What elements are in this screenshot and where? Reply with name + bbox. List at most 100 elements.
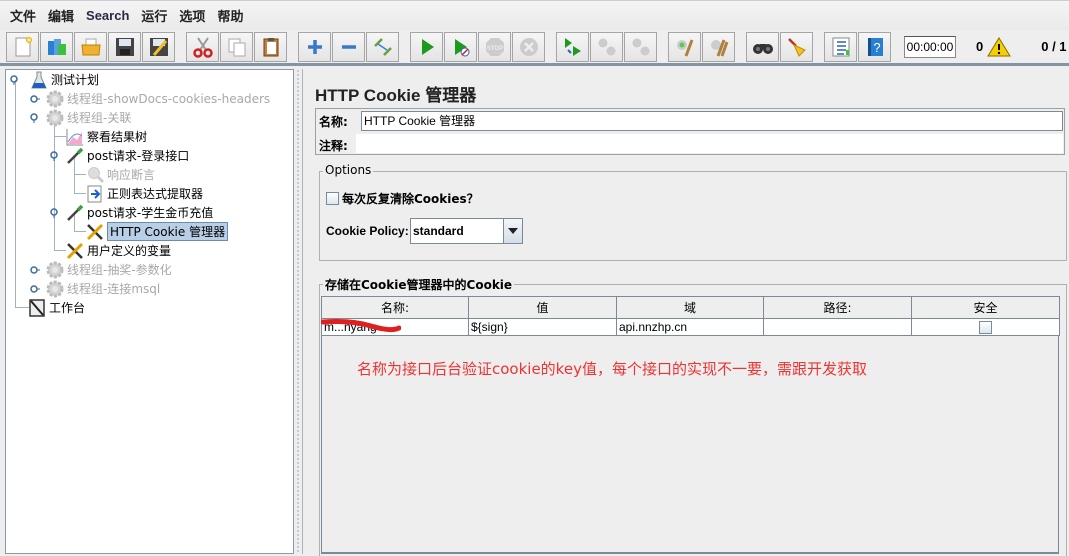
thread-group-icon [46,280,64,298]
save-as-button[interactable] [142,31,175,62]
menu-edit[interactable]: 编辑 [42,6,80,25]
help-button[interactable]: ? [858,31,891,62]
tree-item-thread-group[interactable]: 线程组-关联 [30,108,131,127]
start-button[interactable] [410,31,443,62]
comment-input[interactable] [356,134,1063,153]
clear-each-iteration-option[interactable]: 每次反复清除Cookies？ [326,190,479,207]
tree-item-test-plan[interactable]: 测试计划 [10,70,99,89]
cell-value[interactable]: ${sign} [468,318,617,336]
open-icon [80,38,101,55]
redaction-scribble [321,319,401,333]
tree-item-sampler[interactable]: post请求-登录接口 [50,146,189,165]
options-legend: Options [323,163,374,177]
split-pane-divider[interactable] [293,69,303,554]
tree-item-cookie-manager[interactable]: HTTP Cookie 管理器 [86,222,229,241]
options-group: Options 每次反复清除Cookies？ Cookie Policy: st… [319,163,1067,261]
menu-options[interactable]: 选项 [173,6,211,25]
open-button[interactable] [74,31,107,62]
toolbar: STOP ? 00:00:00 0 0 / 1 [0,30,1069,66]
expand-handle-icon[interactable] [30,112,40,123]
tree-item-thread-group[interactable]: 线程组-抽奖-参数化 [30,260,172,279]
copy-icon [228,38,245,56]
tree-item-user-variables[interactable]: 用户定义的变量 [66,241,171,260]
expand-handle-icon[interactable] [10,74,20,85]
column-header-path[interactable]: 路径: [763,296,912,319]
expand-handle-icon[interactable] [50,207,60,218]
toggle-icon [373,37,392,56]
expand-all-button[interactable] [298,31,331,62]
copy-button[interactable] [220,31,253,62]
cookie-manager-panel: HTTP Cookie 管理器 名称: HTTP Cookie 管理器 注释: … [305,69,1069,556]
start-no-pauses-button[interactable] [444,31,477,62]
expand-handle-icon[interactable] [50,150,60,161]
test-plan-tree[interactable]: 测试计划 线程组-showDocs-cookies-headers 线程组-关联… [5,69,293,554]
tree-item-label: 线程组-抽奖-参数化 [67,263,172,277]
clear-each-iteration-label: 每次反复清除Cookies？ [342,192,479,206]
tree-item-thread-group[interactable]: 线程组-showDocs-cookies-headers [30,89,270,108]
tree-item-results-tree[interactable]: 察看结果树 [66,127,147,146]
menu-run[interactable]: 运行 [135,6,173,25]
save-button[interactable] [108,31,141,62]
stored-cookies-legend: 存储在Cookie管理器中的Cookie [323,276,515,293]
menu-help[interactable]: 帮助 [211,6,249,25]
collapsed-handle-icon[interactable] [30,284,40,294]
tree-item-label: 线程组-showDocs-cookies-headers [67,92,271,106]
cell-path[interactable] [763,318,912,336]
tree-item-thread-group[interactable]: 线程组-连接msql [30,279,160,298]
cut-button[interactable] [186,31,219,62]
tree-item-extractor[interactable]: 正则表达式提取器 [86,184,203,203]
test-plan-icon [30,71,48,89]
tree-item-label: 测试计划 [51,73,100,87]
play-no-timer-icon [454,38,469,56]
paste-button[interactable] [254,31,287,62]
tree-item-assertion[interactable]: 响应断言 [86,165,155,184]
secure-checkbox[interactable] [979,321,992,335]
thread-group-icon [46,90,64,108]
remote-stop-all-button [590,31,623,62]
toggle-button[interactable] [366,31,399,62]
tree-item-sampler[interactable]: post请求-学生金币充值 [50,203,213,222]
sampler-icon [66,147,84,165]
menu-file[interactable]: 文件 [4,6,42,25]
collapsed-handle-icon[interactable] [30,265,40,275]
function-helper-button[interactable] [824,31,857,62]
table-row[interactable]: m...nyang ${sign} api.nnzhp.cn [321,318,1060,336]
tree-item-label: 察看结果树 [87,130,148,144]
panel-title: HTTP Cookie 管理器 [315,86,477,105]
remote-shutdown-all-button [624,31,657,62]
reset-search-button[interactable] [780,31,813,62]
stop-icon: STOP [485,37,504,56]
clear-button[interactable] [668,31,701,62]
templates-icon [47,38,66,55]
warning-icon[interactable] [987,36,1012,57]
dropdown-arrow-icon[interactable] [503,219,522,243]
column-header-secure[interactable]: 安全 [911,296,1060,319]
clear-each-iteration-checkbox[interactable] [326,192,339,205]
sampler-icon [66,204,84,222]
collapse-all-button[interactable] [332,31,365,62]
menu-search[interactable]: Search [80,8,135,23]
cookie-policy-select[interactable]: standard [410,218,523,244]
cookies-table[interactable]: 名称: 值 域 路径: 安全 m...nyang ${sign} api.nnz… [321,296,1060,336]
name-input[interactable]: HTTP Cookie 管理器 [361,111,1063,131]
search-button[interactable] [746,31,779,62]
tree-item-label: post请求-登录接口 [87,149,190,163]
paste-icon [263,37,278,56]
name-comment-box: 名称: HTTP Cookie 管理器 注释: [315,108,1065,155]
cell-domain[interactable]: api.nnzhp.cn [616,318,764,336]
collapsed-handle-icon[interactable] [30,94,40,104]
clear-all-button[interactable] [702,31,735,62]
tree-item-label: 用户定义的变量 [87,244,172,258]
assertion-icon [86,166,104,184]
column-header-domain[interactable]: 域 [616,296,764,319]
tree-item-label: 工作台 [49,301,86,315]
column-header-name[interactable]: 名称: [321,296,469,319]
active-threads: 0 / 1 [1041,39,1067,54]
tree-item-workbench[interactable]: 工作台 [28,298,85,317]
remote-start-all-button[interactable] [556,31,589,62]
templates-button[interactable] [40,31,73,62]
cell-secure[interactable] [911,318,1060,336]
cookie-policy-value: standard [413,224,464,238]
column-header-value[interactable]: 值 [468,296,617,319]
new-button[interactable] [6,31,39,62]
